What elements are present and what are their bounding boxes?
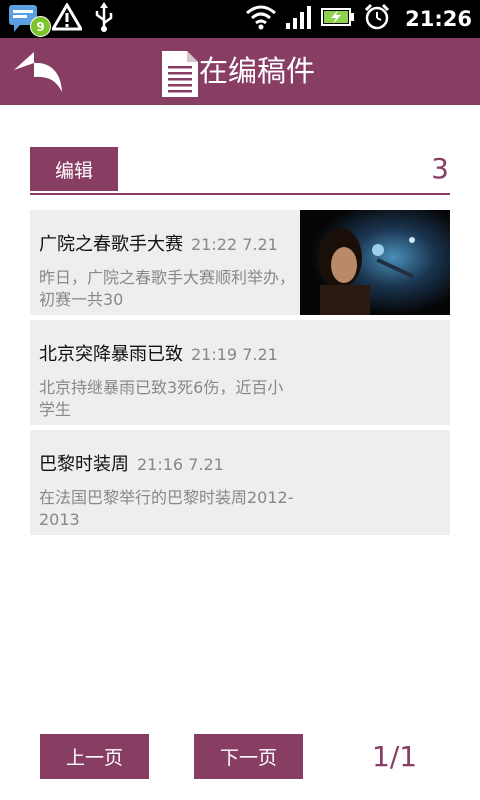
title-bar: 在编稿件 (0, 38, 480, 105)
back-arrow-icon (14, 52, 62, 92)
item-time: 21:22 7.21 (191, 235, 278, 254)
article-count: 3 (431, 152, 449, 185)
item-title-row: 广院之春歌手大赛 21:22 7.21 (39, 230, 278, 256)
list-item[interactable]: 北京突降暴雨已致 21:19 7.21 北京持继暴雨已致3死6伤，近百小学生 (30, 320, 450, 425)
item-title: 巴黎时装周 (39, 454, 129, 475)
clock: 21:26 (405, 7, 472, 31)
item-title-row: 巴黎时装周 21:16 7.21 (39, 450, 224, 476)
item-time: 21:16 7.21 (137, 455, 224, 474)
prev-page-button[interactable]: 上一页 (40, 734, 149, 779)
item-summary: 北京持继暴雨已致3死6伤，近百小学生 (39, 378, 284, 419)
status-bar-right: 21:26 (245, 0, 472, 38)
warning-icon (50, 2, 84, 35)
battery-charging-icon (321, 6, 355, 32)
status-bar: 9 21:26 (0, 0, 480, 38)
document-icon (161, 50, 199, 98)
alarm-icon (363, 3, 391, 35)
usb-icon (92, 2, 116, 36)
page-title: 在编稿件 (199, 54, 316, 88)
section-divider (30, 193, 450, 195)
wifi-icon (245, 4, 277, 34)
chat-notification-icon: 9 (8, 3, 51, 37)
article-list: 广院之春歌手大赛 21:22 7.21 昨日，广院之春歌手大赛顺利举办，初赛一共3… (30, 210, 450, 540)
signal-icon (285, 4, 313, 34)
tab-edit[interactable]: 编辑 (30, 147, 118, 191)
item-title: 北京突降暴雨已致 (39, 344, 183, 365)
item-summary: 昨日，广院之春歌手大赛顺利举办，初赛一共30 (39, 268, 296, 309)
notification-badge: 9 (30, 16, 51, 37)
page-indicator: 1/1 (372, 740, 418, 773)
item-title-row: 北京突降暴雨已致 21:19 7.21 (39, 340, 278, 366)
back-button[interactable] (12, 46, 68, 98)
item-title: 广院之春歌手大赛 (39, 234, 183, 255)
list-item[interactable]: 巴黎时装周 21:16 7.21 在法国巴黎举行的巴黎时装周2012-2013 (30, 430, 450, 535)
next-page-button[interactable]: 下一页 (194, 734, 303, 779)
item-summary: 在法国巴黎举行的巴黎时装周2012-2013 (39, 488, 294, 529)
item-thumbnail (300, 210, 450, 315)
list-item[interactable]: 广院之春歌手大赛 21:22 7.21 昨日，广院之春歌手大赛顺利举办，初赛一共3… (30, 210, 450, 315)
item-time: 21:19 7.21 (191, 345, 278, 364)
status-bar-left: 9 (8, 2, 116, 37)
